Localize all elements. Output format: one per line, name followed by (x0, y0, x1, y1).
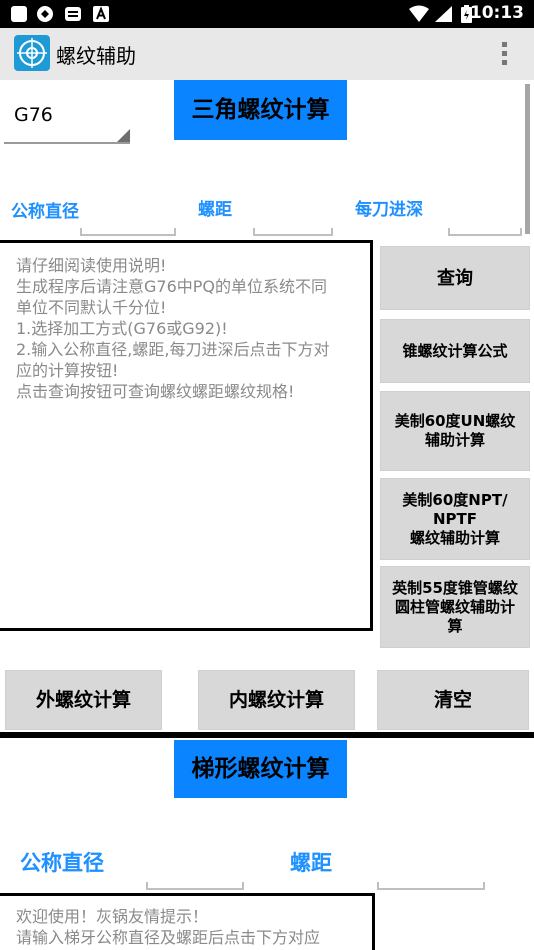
label-pitch-2: 螺距 (290, 851, 332, 875)
clear-button[interactable]: 清空 (377, 670, 529, 730)
mode-dropdown[interactable]: G76 (4, 92, 130, 144)
internal-thread-calc-label: 内螺纹计算 (228, 688, 324, 711)
mode-dropdown-value: G76 (14, 104, 53, 126)
instructions-textarea[interactable]: 请仔细阅读使用说明! 生成程序后请注意G76中PQ的单位系统不同 单位不同默认千… (0, 240, 373, 631)
external-thread-calc-label: 外螺纹计算 (35, 688, 131, 711)
npt-thread-label-line: 螺纹辅助计算 (409, 528, 500, 547)
bsp-thread-label-line: 圆柱管螺纹辅助计 (394, 597, 515, 616)
internal-thread-calc-button[interactable]: 内螺纹计算 (198, 670, 355, 730)
depth-input[interactable] (448, 220, 522, 238)
un-thread-label-line: 辅助计算 (424, 431, 485, 449)
sync-icon (37, 6, 53, 22)
triangle-thread-calc-button[interactable]: 三角螺纹计算 (174, 80, 347, 140)
app-logo-icon (14, 35, 50, 71)
pitch-input[interactable] (253, 220, 333, 238)
label-pitch: 螺距 (198, 200, 232, 220)
bsp-thread-label-line: 英制55度锥管螺纹 (392, 578, 518, 597)
taper-thread-formula-button[interactable]: 锥螺纹计算公式 (380, 319, 530, 383)
status-bar: 10:13 (0, 0, 534, 28)
diameter-input-2[interactable] (146, 874, 244, 892)
section-divider (0, 732, 534, 738)
notification-square-icon (11, 6, 27, 22)
app-title: 螺纹辅助 (56, 44, 136, 68)
npt-thread-label-line: 美制60度NPT/ (402, 490, 508, 509)
crosshair-icon (17, 38, 47, 68)
label-nominal-diameter-2: 公称直径 (20, 851, 104, 875)
instruction-line: 点击查询按钮可查询螺纹螺距螺纹规格! (16, 382, 295, 401)
query-button[interactable]: 查询 (380, 246, 530, 310)
instruction-line: 生成程序后请注意G76中PQ的单位系统不同 (16, 277, 328, 296)
wifi-icon (409, 5, 429, 22)
label-depth-per-cut: 每刀进深 (355, 200, 423, 220)
message-icon (65, 7, 81, 21)
bsp-thread-label-line: 算 (447, 616, 463, 635)
label-nominal-diameter: 公称直径 (11, 202, 79, 222)
overflow-menu-icon[interactable] (502, 42, 508, 66)
status-time: 10:13 (469, 3, 524, 23)
signal-icon (435, 6, 452, 22)
instruction-line: 请输入梯牙公称直径及螺距后点击下方对应 (16, 928, 321, 947)
instruction-line: 欢迎使用！灰锅友情提示！ (16, 907, 209, 926)
npt-thread-label-line: NPTF (432, 509, 478, 528)
query-button-label: 查询 (437, 267, 473, 289)
instruction-line: 应的计算按钮! (16, 361, 119, 380)
un-thread-label-line: 美制60度UN螺纹 (394, 412, 516, 430)
diameter-input[interactable] (80, 220, 176, 238)
external-thread-calc-button[interactable]: 外螺纹计算 (5, 670, 162, 730)
trapezoidal-thread-calc-button[interactable]: 梯形螺纹计算 (174, 740, 347, 798)
instruction-line: 2.输入公称直径,螺距,每刀进深后点击下方对 (16, 340, 330, 359)
taper-thread-formula-label: 锥螺纹计算公式 (402, 341, 508, 360)
scrollbar[interactable] (525, 84, 530, 234)
instruction-line: 1.选择加工方式(G76或G92)! (16, 319, 228, 338)
app-bar: 螺纹辅助 (0, 28, 534, 80)
clear-button-label: 清空 (433, 688, 472, 711)
trapezoid-instructions-textarea[interactable]: 欢迎使用！灰锅友情提示！ 请输入梯牙公称直径及螺距后点击下方对应 (0, 893, 375, 950)
dropdown-arrow-icon (117, 129, 130, 142)
npt-thread-button[interactable]: 美制60度NPT/ NPTF 螺纹辅助计算 (380, 478, 530, 560)
instruction-line: 请仔细阅读使用说明! (16, 256, 167, 275)
un-thread-button[interactable]: 美制60度UN螺纹 辅助计算 (380, 391, 530, 471)
font-a-icon (93, 6, 109, 22)
bsp-thread-button[interactable]: 英制55度锥管螺纹 圆柱管螺纹辅助计 算 (380, 566, 530, 648)
instruction-line: 单位不同默认千分位! (16, 298, 167, 317)
pitch-input-2[interactable] (377, 874, 485, 892)
